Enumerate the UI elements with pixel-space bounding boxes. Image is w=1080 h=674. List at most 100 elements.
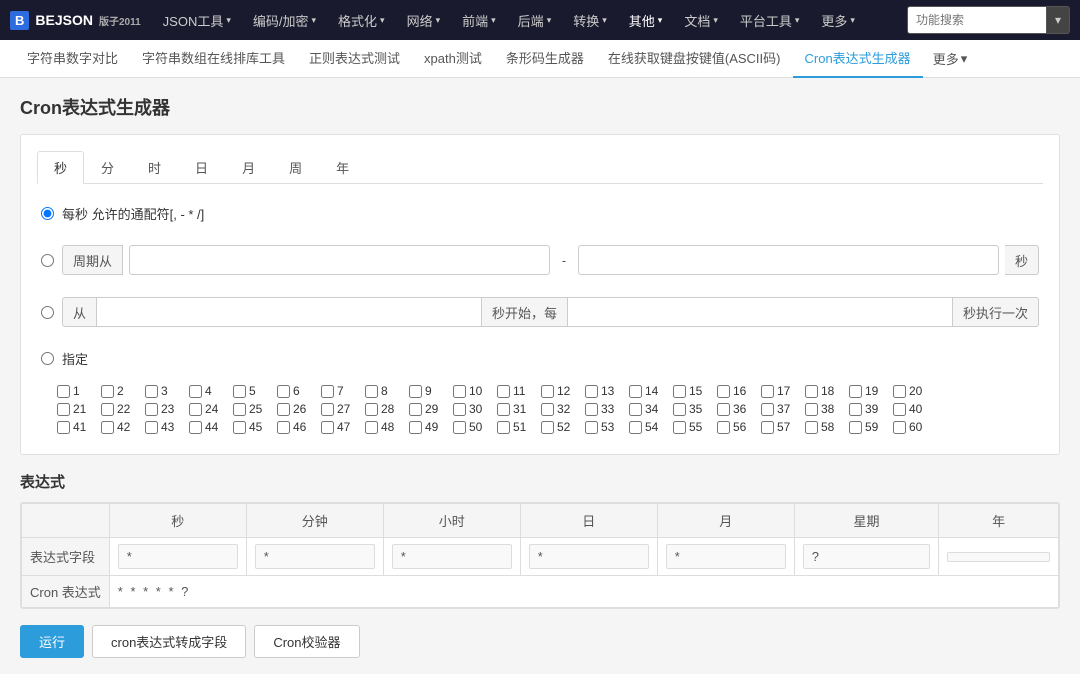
subnav-barcode[interactable]: 条形码生成器 — [494, 40, 596, 78]
checkbox-47[interactable] — [321, 421, 334, 434]
checkbox-22[interactable] — [101, 403, 114, 416]
checkbox-58[interactable] — [805, 421, 818, 434]
nav-encode[interactable]: 编码/加密 ▾ — [243, 0, 326, 40]
checkbox-8[interactable] — [365, 385, 378, 398]
tab-day[interactable]: 日 — [178, 151, 225, 184]
checkbox-13[interactable] — [585, 385, 598, 398]
tab-month[interactable]: 月 — [225, 151, 272, 184]
nav-frontend[interactable]: 前端 ▾ — [452, 0, 506, 40]
checkbox-59[interactable] — [849, 421, 862, 434]
subnav-string-sort[interactable]: 字符串数组在线排库工具 — [130, 40, 297, 78]
subnav-regex-test[interactable]: 正则表达式测试 — [297, 40, 412, 78]
checkbox-38[interactable] — [805, 403, 818, 416]
checkbox-6[interactable] — [277, 385, 290, 398]
checkbox-45[interactable] — [233, 421, 246, 434]
subnav-string-compare[interactable]: 字符串数字对比 — [15, 40, 130, 78]
tab-minute[interactable]: 分 — [84, 151, 131, 184]
checkbox-55[interactable] — [673, 421, 686, 434]
search-input[interactable] — [907, 6, 1047, 34]
checkbox-50[interactable] — [453, 421, 466, 434]
option-every-radio[interactable] — [41, 207, 54, 220]
subnav-cron[interactable]: Cron表达式生成器 — [793, 40, 923, 78]
checkbox-16[interactable] — [717, 385, 730, 398]
search-button[interactable]: ▾ — [1047, 6, 1070, 34]
checkbox-60[interactable] — [893, 421, 906, 434]
to-field-button[interactable]: cron表达式转成字段 — [92, 625, 246, 658]
checkbox-19[interactable] — [849, 385, 862, 398]
nav-docs[interactable]: 文档 ▾ — [674, 0, 728, 40]
nav-format[interactable]: 格式化 ▾ — [328, 0, 395, 40]
nav-convert[interactable]: 转换 ▾ — [563, 0, 617, 40]
checkbox-36[interactable] — [717, 403, 730, 416]
checkbox-23[interactable] — [145, 403, 158, 416]
checkbox-40[interactable] — [893, 403, 906, 416]
nav-more[interactable]: 更多 ▾ — [811, 0, 865, 40]
tab-year[interactable]: 年 — [319, 151, 366, 184]
period-end-input[interactable] — [578, 245, 999, 275]
checkbox-34[interactable] — [629, 403, 642, 416]
checkbox-44[interactable] — [189, 421, 202, 434]
checkbox-46[interactable] — [277, 421, 290, 434]
checkbox-32[interactable] — [541, 403, 554, 416]
option-specify-radio[interactable] — [41, 352, 54, 365]
subnav-ascii[interactable]: 在线获取键盘按键值(ASCII码) — [596, 40, 793, 78]
checkbox-14[interactable] — [629, 385, 642, 398]
verify-button[interactable]: Cron校验器 — [254, 625, 359, 658]
checkbox-43[interactable] — [145, 421, 158, 434]
checkbox-35[interactable] — [673, 403, 686, 416]
checkbox-42[interactable] — [101, 421, 114, 434]
checkbox-24[interactable] — [189, 403, 202, 416]
subnav-xpath[interactable]: xpath测试 — [412, 40, 494, 78]
tab-hour[interactable]: 时 — [131, 151, 178, 184]
checkbox-56[interactable] — [717, 421, 730, 434]
checkbox-57[interactable] — [761, 421, 774, 434]
checkbox-2[interactable] — [101, 385, 114, 398]
from-start-input[interactable] — [97, 297, 482, 327]
checkbox-29[interactable] — [409, 403, 422, 416]
checkbox-11[interactable] — [497, 385, 510, 398]
checkbox-33[interactable] — [585, 403, 598, 416]
tab-second[interactable]: 秒 — [37, 151, 84, 184]
checkbox-7[interactable] — [321, 385, 334, 398]
checkbox-9[interactable] — [409, 385, 422, 398]
checkbox-item-21: 21 — [57, 402, 99, 416]
checkbox-31[interactable] — [497, 403, 510, 416]
checkbox-15[interactable] — [673, 385, 686, 398]
nav-network[interactable]: 网络 ▾ — [397, 0, 451, 40]
checkbox-49[interactable] — [409, 421, 422, 434]
checkbox-52[interactable] — [541, 421, 554, 434]
tab-week[interactable]: 周 — [272, 151, 319, 184]
checkbox-30[interactable] — [453, 403, 466, 416]
checkbox-12[interactable] — [541, 385, 554, 398]
checkbox-54[interactable] — [629, 421, 642, 434]
nav-json-tools[interactable]: JSON工具 ▾ — [153, 0, 241, 40]
checkbox-10[interactable] — [453, 385, 466, 398]
run-button[interactable]: 运行 — [20, 625, 84, 658]
nav-backend[interactable]: 后端 ▾ — [508, 0, 562, 40]
checkbox-48[interactable] — [365, 421, 378, 434]
checkbox-17[interactable] — [761, 385, 774, 398]
checkbox-25[interactable] — [233, 403, 246, 416]
option-period-radio[interactable] — [41, 254, 54, 267]
nav-other[interactable]: 其他 ▾ — [619, 0, 673, 40]
checkbox-18[interactable] — [805, 385, 818, 398]
checkbox-39[interactable] — [849, 403, 862, 416]
checkbox-5[interactable] — [233, 385, 246, 398]
checkbox-51[interactable] — [497, 421, 510, 434]
checkbox-41[interactable] — [57, 421, 70, 434]
checkbox-28[interactable] — [365, 403, 378, 416]
checkbox-37[interactable] — [761, 403, 774, 416]
nav-platform[interactable]: 平台工具 ▾ — [730, 0, 810, 40]
from-interval-input[interactable] — [568, 297, 953, 327]
checkbox-27[interactable] — [321, 403, 334, 416]
checkbox-4[interactable] — [189, 385, 202, 398]
checkbox-20[interactable] — [893, 385, 906, 398]
checkbox-1[interactable] — [57, 385, 70, 398]
checkbox-26[interactable] — [277, 403, 290, 416]
option-from-radio[interactable] — [41, 306, 54, 319]
checkbox-53[interactable] — [585, 421, 598, 434]
subnav-more[interactable]: 更多 ▾ — [923, 49, 978, 68]
period-start-input[interactable] — [129, 245, 550, 275]
checkbox-21[interactable] — [57, 403, 70, 416]
checkbox-3[interactable] — [145, 385, 158, 398]
